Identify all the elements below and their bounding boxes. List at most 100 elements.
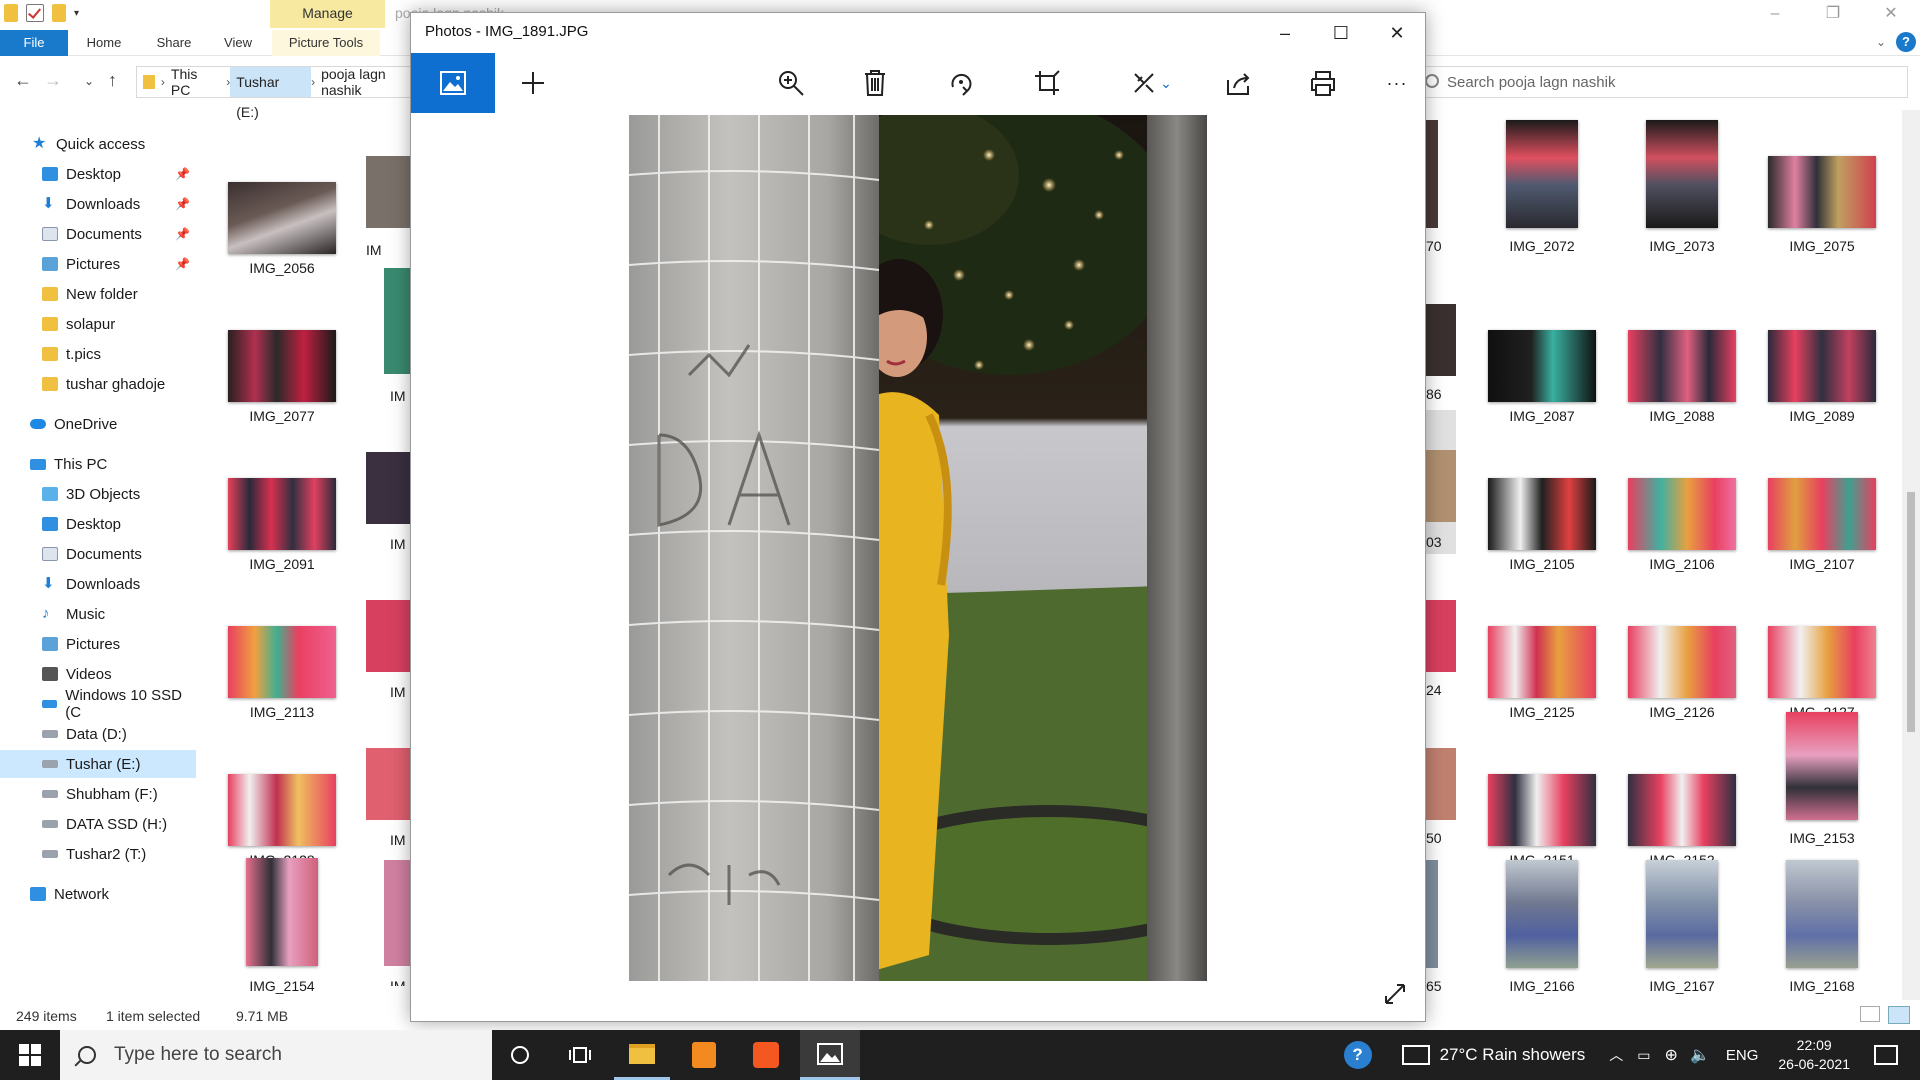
- thumbnail-item[interactable]: IMG_2113: [212, 590, 352, 730]
- pin-icon[interactable]: 📌: [175, 167, 190, 181]
- nav-drive-c[interactable]: Windows 10 SSD (C: [0, 687, 196, 721]
- expand-ribbon-icon[interactable]: ⌄: [1876, 35, 1886, 49]
- taskbar-photos[interactable]: [800, 1030, 860, 1080]
- new-folder-icon[interactable]: [52, 4, 66, 22]
- rotate-icon[interactable]: [945, 67, 977, 99]
- thumbnail-item[interactable]: IMG_2075: [1752, 120, 1892, 260]
- breadcrumb-this-pc[interactable]: This PC: [165, 66, 226, 98]
- nav-pc-downloads[interactable]: ⬇ Downloads: [0, 570, 196, 598]
- minimize-icon[interactable]: –: [1257, 13, 1313, 53]
- thumbnail-item[interactable]: IMG_2152: [1612, 738, 1752, 878]
- scrollbar-thumb[interactable]: [1907, 492, 1915, 732]
- customize-toolbar-icon[interactable]: ▾: [74, 8, 79, 19]
- clock[interactable]: 22:09 26-06-2021: [1778, 1036, 1850, 1074]
- nav-pc-pictures[interactable]: Pictures: [0, 630, 196, 658]
- pin-icon[interactable]: 📌: [175, 227, 190, 241]
- photo-canvas[interactable]: [629, 115, 1207, 981]
- nav-desktop[interactable]: Desktop 📌: [0, 160, 196, 188]
- tab-share[interactable]: Share: [146, 30, 202, 56]
- delete-icon[interactable]: [859, 67, 891, 99]
- thumbnail-item[interactable]: IMG_2151: [1472, 738, 1612, 878]
- thumbnail-item[interactable]: IMG_2153: [1752, 712, 1892, 852]
- print-icon[interactable]: [1307, 67, 1339, 99]
- start-button[interactable]: [0, 1030, 60, 1080]
- input-language[interactable]: ENG: [1726, 1047, 1759, 1064]
- up-icon[interactable]: ↑: [108, 70, 117, 91]
- battery-icon[interactable]: ▭: [1637, 1047, 1650, 1064]
- nav-pictures[interactable]: Pictures 📌: [0, 250, 196, 278]
- thumbnail-item[interactable]: IMG_2125: [1472, 590, 1612, 730]
- back-icon[interactable]: ←: [14, 70, 32, 91]
- zoom-icon[interactable]: [775, 67, 807, 99]
- nav-drive-f[interactable]: Shubham (F:): [0, 780, 196, 808]
- taskbar-sublime-text[interactable]: [676, 1030, 732, 1080]
- nav-drive-d[interactable]: Data (D:): [0, 720, 196, 748]
- network-icon[interactable]: ⊕: [1665, 1045, 1678, 1065]
- thumbnail-item[interactable]: IMG_2128: [212, 738, 352, 878]
- nav-documents[interactable]: Documents 📌: [0, 220, 196, 248]
- nav-videos[interactable]: Videos: [0, 660, 196, 688]
- thumbnail-item[interactable]: IMG_2072: [1472, 120, 1612, 260]
- nav-music[interactable]: ♪ Music: [0, 600, 196, 628]
- breadcrumb[interactable]: › This PC › Tushar (E:) › pooja lagn nas…: [136, 66, 436, 120]
- thumbnail-item[interactable]: IMG_2127: [1752, 590, 1892, 730]
- full-screen-icon[interactable]: [1383, 982, 1407, 1009]
- help-icon[interactable]: ?: [1343, 1041, 1372, 1069]
- share-icon[interactable]: [1223, 67, 1255, 99]
- thumbnail-item[interactable]: IMG_2073: [1612, 120, 1752, 260]
- cortana-button[interactable]: [492, 1030, 548, 1080]
- edit-and-create-icon[interactable]: ⌄: [1127, 67, 1177, 99]
- thumbnail-item[interactable]: IMG_2056: [212, 146, 352, 286]
- minimize-icon[interactable]: –: [1746, 0, 1804, 30]
- nav-downloads[interactable]: ⬇ Downloads 📌: [0, 190, 196, 218]
- nav-drive-t[interactable]: Tushar2 (T:): [0, 840, 196, 868]
- nav-quick-access[interactable]: ★ Quick access: [0, 130, 196, 158]
- search-input[interactable]: Search pooja lagn nashik: [1418, 66, 1908, 98]
- nav-onedrive[interactable]: OneDrive: [0, 410, 196, 438]
- restore-icon[interactable]: ❐: [1804, 0, 1862, 30]
- add-icon[interactable]: [517, 67, 549, 99]
- thumbnail-item[interactable]: IMG_2106: [1612, 442, 1752, 582]
- large-icons-view-icon[interactable]: [1888, 1006, 1910, 1024]
- recent-locations-icon[interactable]: ⌄: [84, 74, 94, 88]
- tab-file[interactable]: File: [0, 30, 68, 56]
- thumbnail-item[interactable]: IMG_2166: [1472, 860, 1612, 1000]
- maximize-icon[interactable]: ☐: [1313, 13, 1369, 53]
- thumbnail-item[interactable]: IMG_2088: [1612, 294, 1752, 434]
- pin-icon[interactable]: 📌: [175, 197, 190, 211]
- nav-tpics[interactable]: t.pics: [0, 340, 196, 368]
- help-icon[interactable]: ?: [1896, 32, 1916, 52]
- nav-network[interactable]: Network: [0, 880, 196, 908]
- taskbar-search-input[interactable]: Type here to search: [60, 1030, 492, 1080]
- tab-picture-tools[interactable]: Picture Tools: [272, 30, 380, 56]
- volume-icon[interactable]: 🔈: [1690, 1045, 1710, 1065]
- breadcrumb-tushar-e[interactable]: Tushar (E:): [230, 67, 312, 120]
- tab-home[interactable]: Home: [72, 30, 136, 56]
- nav-solapur[interactable]: solapur: [0, 310, 196, 338]
- forward-icon[interactable]: →: [44, 70, 62, 91]
- properties-icon[interactable]: [26, 4, 44, 22]
- close-icon[interactable]: ✕: [1862, 0, 1920, 30]
- crop-icon[interactable]: [1031, 67, 1063, 99]
- nav-tushar-ghadoje[interactable]: tushar ghadoje: [0, 370, 196, 398]
- task-view-button[interactable]: [552, 1030, 608, 1080]
- thumbnail-item[interactable]: IMG_2126: [1612, 590, 1752, 730]
- thumbnail-item[interactable]: IMG_2107: [1752, 442, 1892, 582]
- nav-drive-h[interactable]: DATA SSD (H:): [0, 810, 196, 838]
- nav-pc-documents[interactable]: Documents: [0, 540, 196, 568]
- thumbnail-item[interactable]: IMG_2091: [212, 442, 352, 582]
- details-view-icon[interactable]: [1860, 1006, 1880, 1022]
- thumbnail-item[interactable]: IMG_2077: [212, 294, 352, 434]
- nav-pc-desktop[interactable]: Desktop: [0, 510, 196, 538]
- thumbnail-item[interactable]: IMG_2087: [1472, 294, 1612, 434]
- nav-3d-objects[interactable]: 3D Objects: [0, 480, 196, 508]
- news-weather-icon[interactable]: [1401, 1045, 1430, 1065]
- thumbnail-item[interactable]: IMG_2154: [212, 858, 352, 998]
- taskbar-xampp[interactable]: [738, 1030, 794, 1080]
- more-icon[interactable]: ···: [1381, 67, 1413, 99]
- weather-text[interactable]: 27°C Rain showers: [1440, 1045, 1586, 1065]
- tab-view[interactable]: View: [212, 30, 264, 56]
- thumbnail-item[interactable]: IMG_2105: [1472, 442, 1612, 582]
- view-all-photos-button[interactable]: [411, 53, 495, 113]
- taskbar-file-explorer[interactable]: [614, 1030, 670, 1080]
